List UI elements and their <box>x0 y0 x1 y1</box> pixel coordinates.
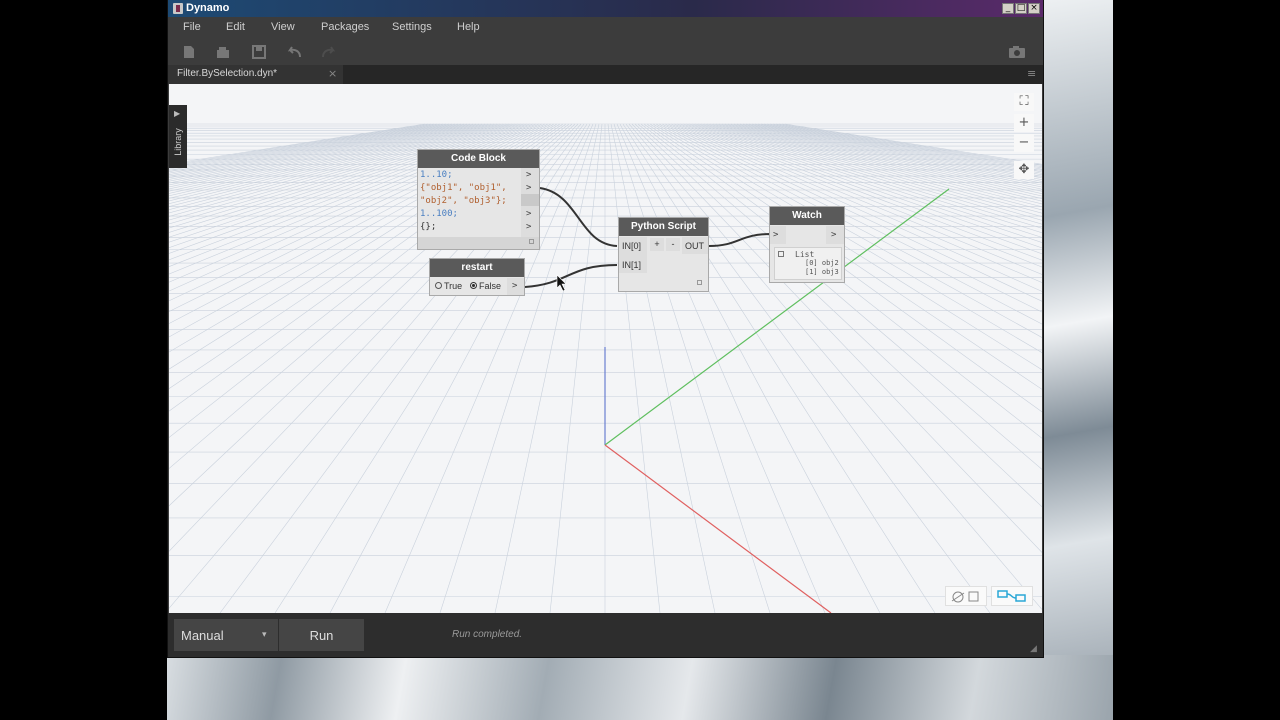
workspace-canvas[interactable]: ▶ Library ⛶ + − ✥ Code Block 1..10; {"ob… <box>169 84 1042 613</box>
wire-python-to-watch <box>708 233 772 247</box>
open-file-icon[interactable] <box>216 45 230 59</box>
tab-label: Filter.BySelection.dyn* <box>177 68 278 79</box>
collapse-toggle-icon[interactable] <box>778 251 784 257</box>
resize-handle[interactable] <box>529 239 534 244</box>
geometry-view-icon <box>951 591 979 603</box>
geometry-view-toggle[interactable] <box>945 586 987 606</box>
tab-bar: Filter.BySelection.dyn* × ≡ <box>168 65 1043 84</box>
zoom-out-icon[interactable]: − <box>1014 134 1034 152</box>
python-script-node[interactable]: Python Script IN[0] IN[1] + - OUT <box>618 217 709 292</box>
tab-close-icon[interactable]: × <box>328 67 337 80</box>
graph-view-icon <box>997 590 1026 602</box>
menu-settings[interactable]: Settings <box>392 21 432 33</box>
dynamo-app-icon <box>173 3 183 14</box>
run-label: Run <box>309 628 334 643</box>
new-file-icon[interactable] <box>182 45 196 59</box>
chevron-down-icon: ▾ <box>262 630 267 640</box>
remove-input-button[interactable]: - <box>666 238 680 251</box>
save-icon[interactable] <box>252 45 266 59</box>
add-input-button[interactable]: + <box>650 238 664 251</box>
zoom-in-icon[interactable]: + <box>1014 114 1034 132</box>
maximize-button[interactable]: □ <box>1015 3 1027 14</box>
watch-node[interactable]: Watch > > List [0] obj2 [1] obj3 <box>769 206 845 283</box>
resize-grip-icon[interactable]: ◢ <box>1030 644 1037 654</box>
radio-false-selected[interactable] <box>470 282 477 289</box>
node-title: Python Script <box>619 218 708 236</box>
pan-icon[interactable]: ✥ <box>1014 161 1034 179</box>
run-status-bar: Manual ▾ Run Run completed. ◢ <box>168 613 1043 657</box>
menu-view[interactable]: View <box>271 21 295 33</box>
list-item: [0] obj2 <box>805 259 839 267</box>
output-port[interactable]: > <box>526 170 531 180</box>
run-mode-dropdown[interactable]: Manual ▾ <box>174 619 278 651</box>
watch-output-panel: List [0] obj2 [1] obj3 <box>774 247 842 280</box>
minimize-button[interactable]: _ <box>1002 3 1014 14</box>
output-port[interactable]: > <box>526 222 531 232</box>
node-title: restart <box>430 259 524 277</box>
menu-packages[interactable]: Packages <box>321 21 369 33</box>
library-label: Library <box>173 128 183 156</box>
resize-handle[interactable] <box>697 280 702 285</box>
list-label: List <box>795 250 815 259</box>
input-port[interactable]: > <box>773 230 778 240</box>
output-port[interactable]: > <box>526 209 531 219</box>
toolbar <box>168 39 1043 65</box>
tab-menu-icon[interactable]: ≡ <box>1027 67 1036 80</box>
background-grid <box>169 123 1042 613</box>
redo-icon[interactable] <box>321 45 336 59</box>
output-port[interactable]: > <box>512 281 517 291</box>
window-title: Dynamo <box>186 2 230 14</box>
x-axis <box>604 444 832 613</box>
output-port[interactable]: > <box>831 230 836 240</box>
close-window-button[interactable]: × <box>1028 3 1040 14</box>
code-block-node[interactable]: Code Block 1..10; {"obj1", "obj1", "obj2… <box>417 149 540 250</box>
restart-boolean-node[interactable]: restart True False > <box>429 258 525 296</box>
radio-true[interactable] <box>435 282 442 289</box>
dynamo-window: Dynamo _ □ × File Edit View Packages Set… <box>168 0 1043 657</box>
node-title: Code Block <box>418 150 539 168</box>
input-port-1[interactable]: IN[1] <box>622 260 641 270</box>
run-status-text: Run completed. <box>452 629 523 640</box>
camera-icon[interactable] <box>1008 45 1026 59</box>
list-item: [1] obj3 <box>805 268 839 276</box>
menu-bar: File Edit View Packages Settings Help <box>168 17 1043 39</box>
code-line-1[interactable]: 1..10; <box>420 170 453 180</box>
title-bar[interactable]: Dynamo _ □ × <box>168 0 1043 17</box>
graph-view-toggle[interactable] <box>991 586 1033 606</box>
undo-icon[interactable] <box>286 45 301 59</box>
code-line-5[interactable]: {}; <box>420 222 436 232</box>
menu-file[interactable]: File <box>183 21 201 33</box>
code-line-2[interactable]: {"obj1", "obj1", <box>420 183 507 193</box>
menu-help[interactable]: Help <box>457 21 480 33</box>
library-panel-toggle[interactable]: ▶ Library <box>169 105 187 168</box>
output-port[interactable]: > <box>526 183 531 193</box>
code-line-4[interactable]: 1..100; <box>420 209 458 219</box>
radio-false-label: False <box>479 281 502 291</box>
output-port-out[interactable]: OUT <box>685 241 704 251</box>
radio-true-label: True <box>444 281 463 291</box>
wire-restart-to-python <box>524 264 618 288</box>
tab-filter-by-selection[interactable]: Filter.BySelection.dyn* × <box>168 65 343 84</box>
code-line-3[interactable]: "obj2", "obj3"}; <box>420 196 507 206</box>
expand-arrow-icon: ▶ <box>174 109 181 118</box>
menu-edit[interactable]: Edit <box>226 21 245 33</box>
input-port-0[interactable]: IN[0] <box>622 241 641 251</box>
node-title: Watch <box>770 207 844 225</box>
zoom-to-fit-icon[interactable]: ⛶ <box>1014 93 1034 111</box>
run-mode-value: Manual <box>181 628 224 643</box>
run-button[interactable]: Run <box>279 619 364 651</box>
